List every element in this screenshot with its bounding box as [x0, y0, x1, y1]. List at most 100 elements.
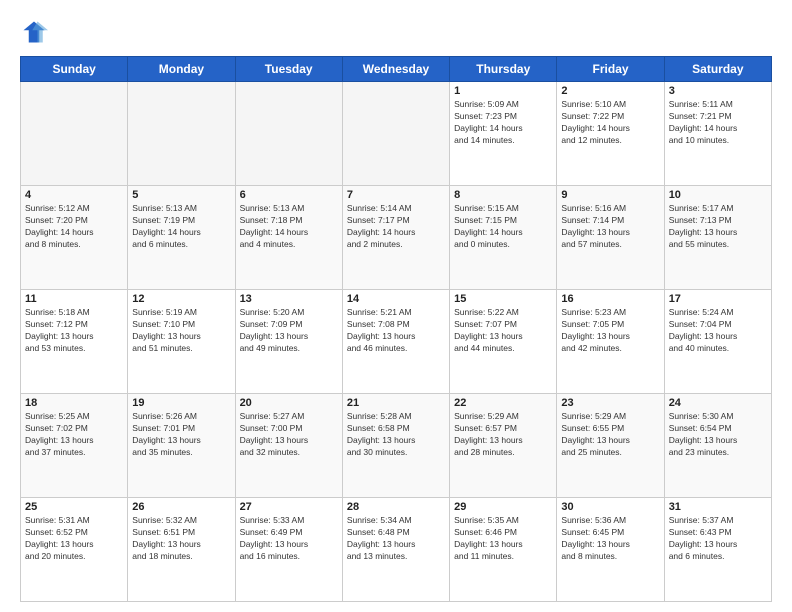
calendar-cell: 9 Sunrise: 5:16 AM Sunset: 7:14 PM Daylig…: [557, 186, 664, 290]
calendar-cell: 26Sunrise: 5:32 AM Sunset: 6:51 PM Dayli…: [128, 498, 235, 602]
logo: [20, 18, 52, 46]
calendar-cell: [128, 82, 235, 186]
day-info: Sunrise: 5:25 AM Sunset: 7:02 PM Dayligh…: [25, 411, 123, 459]
day-info: Sunrise: 5:29 AM Sunset: 6:55 PM Dayligh…: [561, 411, 659, 459]
day-number: 15: [454, 293, 552, 305]
calendar-cell: 18 Sunrise: 5:25 AM Sunset: 7:02 PM Dayli…: [21, 394, 128, 498]
day-info: Sunrise: 5:17 AM Sunset: 7:13 PM Dayligh…: [669, 203, 767, 251]
calendar-header-row: SundayMondayTuesdayWednesdayThursdayFrid…: [21, 57, 772, 82]
calendar-week-row: 11 Sunrise: 5:18 AM Sunset: 7:12 PM Dayli…: [21, 290, 772, 394]
day-number: 3: [669, 85, 767, 97]
logo-icon: [20, 18, 48, 46]
calendar-cell: 27Sunrise: 5:33 AM Sunset: 6:49 PM Dayli…: [235, 498, 342, 602]
calendar-cell: 3 Sunrise: 5:11 AM Sunset: 7:21 PM Daylig…: [664, 82, 771, 186]
day-number: 6: [240, 189, 338, 201]
calendar-cell: 13 Sunrise: 5:20 AM Sunset: 7:09 PM Dayli…: [235, 290, 342, 394]
day-number: 9: [561, 189, 659, 201]
day-info: Sunrise: 5:12 AM Sunset: 7:20 PM Dayligh…: [25, 203, 123, 251]
day-info: Sunrise: 5:27 AM Sunset: 7:00 PM Dayligh…: [240, 411, 338, 459]
calendar-cell: [235, 82, 342, 186]
calendar-cell: 14Sunrise: 5:21 AM Sunset: 7:08 PM Dayli…: [342, 290, 449, 394]
day-number: 7: [347, 189, 445, 201]
day-number: 30: [561, 501, 659, 513]
day-info: Sunrise: 5:34 AM Sunset: 6:48 PM Dayligh…: [347, 515, 445, 563]
day-number: 8: [454, 189, 552, 201]
calendar-cell: 31 Sunrise: 5:37 AM Sunset: 6:43 PM Dayli…: [664, 498, 771, 602]
day-info: Sunrise: 5:22 AM Sunset: 7:07 PM Dayligh…: [454, 307, 552, 355]
day-info: Sunrise: 5:32 AM Sunset: 6:51 PM Dayligh…: [132, 515, 230, 563]
day-number: 11: [25, 293, 123, 305]
calendar-cell: 12Sunrise: 5:19 AM Sunset: 7:10 PM Dayli…: [128, 290, 235, 394]
day-info: Sunrise: 5:36 AM Sunset: 6:45 PM Dayligh…: [561, 515, 659, 563]
calendar-week-row: 1 Sunrise: 5:09 AM Sunset: 7:23 PM Daylig…: [21, 82, 772, 186]
day-number: 21: [347, 397, 445, 409]
day-number: 24: [669, 397, 767, 409]
day-info: Sunrise: 5:31 AM Sunset: 6:52 PM Dayligh…: [25, 515, 123, 563]
calendar-day-header: Monday: [128, 57, 235, 82]
day-info: Sunrise: 5:29 AM Sunset: 6:57 PM Dayligh…: [454, 411, 552, 459]
day-info: Sunrise: 5:10 AM Sunset: 7:22 PM Dayligh…: [561, 99, 659, 147]
day-info: Sunrise: 5:24 AM Sunset: 7:04 PM Dayligh…: [669, 307, 767, 355]
day-number: 29: [454, 501, 552, 513]
day-number: 28: [347, 501, 445, 513]
day-info: Sunrise: 5:18 AM Sunset: 7:12 PM Dayligh…: [25, 307, 123, 355]
calendar-cell: 1 Sunrise: 5:09 AM Sunset: 7:23 PM Daylig…: [450, 82, 557, 186]
calendar-cell: 20 Sunrise: 5:27 AM Sunset: 7:00 PM Dayli…: [235, 394, 342, 498]
day-number: 20: [240, 397, 338, 409]
calendar-cell: [21, 82, 128, 186]
day-number: 23: [561, 397, 659, 409]
day-info: Sunrise: 5:35 AM Sunset: 6:46 PM Dayligh…: [454, 515, 552, 563]
day-info: Sunrise: 5:14 AM Sunset: 7:17 PM Dayligh…: [347, 203, 445, 251]
calendar-cell: 22Sunrise: 5:29 AM Sunset: 6:57 PM Dayli…: [450, 394, 557, 498]
day-info: Sunrise: 5:19 AM Sunset: 7:10 PM Dayligh…: [132, 307, 230, 355]
calendar-day-header: Thursday: [450, 57, 557, 82]
day-number: 25: [25, 501, 123, 513]
day-number: 27: [240, 501, 338, 513]
day-info: Sunrise: 5:37 AM Sunset: 6:43 PM Dayligh…: [669, 515, 767, 563]
day-number: 10: [669, 189, 767, 201]
day-number: 31: [669, 501, 767, 513]
page: SundayMondayTuesdayWednesdayThursdayFrid…: [0, 0, 792, 612]
day-number: 14: [347, 293, 445, 305]
calendar-cell: 30 Sunrise: 5:36 AM Sunset: 6:45 PM Dayli…: [557, 498, 664, 602]
calendar-cell: 28 Sunrise: 5:34 AM Sunset: 6:48 PM Dayli…: [342, 498, 449, 602]
day-info: Sunrise: 5:28 AM Sunset: 6:58 PM Dayligh…: [347, 411, 445, 459]
calendar-table: SundayMondayTuesdayWednesdayThursdayFrid…: [20, 56, 772, 602]
calendar-day-header: Tuesday: [235, 57, 342, 82]
calendar-cell: 4 Sunrise: 5:12 AM Sunset: 7:20 PM Daylig…: [21, 186, 128, 290]
day-info: Sunrise: 5:30 AM Sunset: 6:54 PM Dayligh…: [669, 411, 767, 459]
day-info: Sunrise: 5:09 AM Sunset: 7:23 PM Dayligh…: [454, 99, 552, 147]
calendar-cell: 24 Sunrise: 5:30 AM Sunset: 6:54 PM Dayli…: [664, 394, 771, 498]
day-number: 13: [240, 293, 338, 305]
day-info: Sunrise: 5:16 AM Sunset: 7:14 PM Dayligh…: [561, 203, 659, 251]
header: [20, 18, 772, 46]
calendar-week-row: 4 Sunrise: 5:12 AM Sunset: 7:20 PM Daylig…: [21, 186, 772, 290]
day-info: Sunrise: 5:20 AM Sunset: 7:09 PM Dayligh…: [240, 307, 338, 355]
day-number: 1: [454, 85, 552, 97]
day-info: Sunrise: 5:23 AM Sunset: 7:05 PM Dayligh…: [561, 307, 659, 355]
calendar-cell: 21 Sunrise: 5:28 AM Sunset: 6:58 PM Dayli…: [342, 394, 449, 498]
calendar-cell: 7 Sunrise: 5:14 AM Sunset: 7:17 PM Daylig…: [342, 186, 449, 290]
calendar-cell: 29 Sunrise: 5:35 AM Sunset: 6:46 PM Dayli…: [450, 498, 557, 602]
day-info: Sunrise: 5:13 AM Sunset: 7:18 PM Dayligh…: [240, 203, 338, 251]
calendar-cell: 19 Sunrise: 5:26 AM Sunset: 7:01 PM Dayli…: [128, 394, 235, 498]
calendar-cell: 10 Sunrise: 5:17 AM Sunset: 7:13 PM Dayli…: [664, 186, 771, 290]
day-number: 5: [132, 189, 230, 201]
day-number: 16: [561, 293, 659, 305]
calendar-cell: 15 Sunrise: 5:22 AM Sunset: 7:07 PM Dayli…: [450, 290, 557, 394]
day-number: 4: [25, 189, 123, 201]
day-number: 18: [25, 397, 123, 409]
day-info: Sunrise: 5:26 AM Sunset: 7:01 PM Dayligh…: [132, 411, 230, 459]
calendar-cell: 6 Sunrise: 5:13 AM Sunset: 7:18 PM Daylig…: [235, 186, 342, 290]
day-info: Sunrise: 5:13 AM Sunset: 7:19 PM Dayligh…: [132, 203, 230, 251]
day-info: Sunrise: 5:11 AM Sunset: 7:21 PM Dayligh…: [669, 99, 767, 147]
calendar-cell: 25 Sunrise: 5:31 AM Sunset: 6:52 PM Dayli…: [21, 498, 128, 602]
calendar-cell: 2Sunrise: 5:10 AM Sunset: 7:22 PM Daylig…: [557, 82, 664, 186]
calendar-cell: [342, 82, 449, 186]
day-info: Sunrise: 5:15 AM Sunset: 7:15 PM Dayligh…: [454, 203, 552, 251]
day-number: 19: [132, 397, 230, 409]
calendar-cell: 8 Sunrise: 5:15 AM Sunset: 7:15 PM Daylig…: [450, 186, 557, 290]
calendar-week-row: 18 Sunrise: 5:25 AM Sunset: 7:02 PM Dayli…: [21, 394, 772, 498]
day-number: 17: [669, 293, 767, 305]
calendar-day-header: Saturday: [664, 57, 771, 82]
